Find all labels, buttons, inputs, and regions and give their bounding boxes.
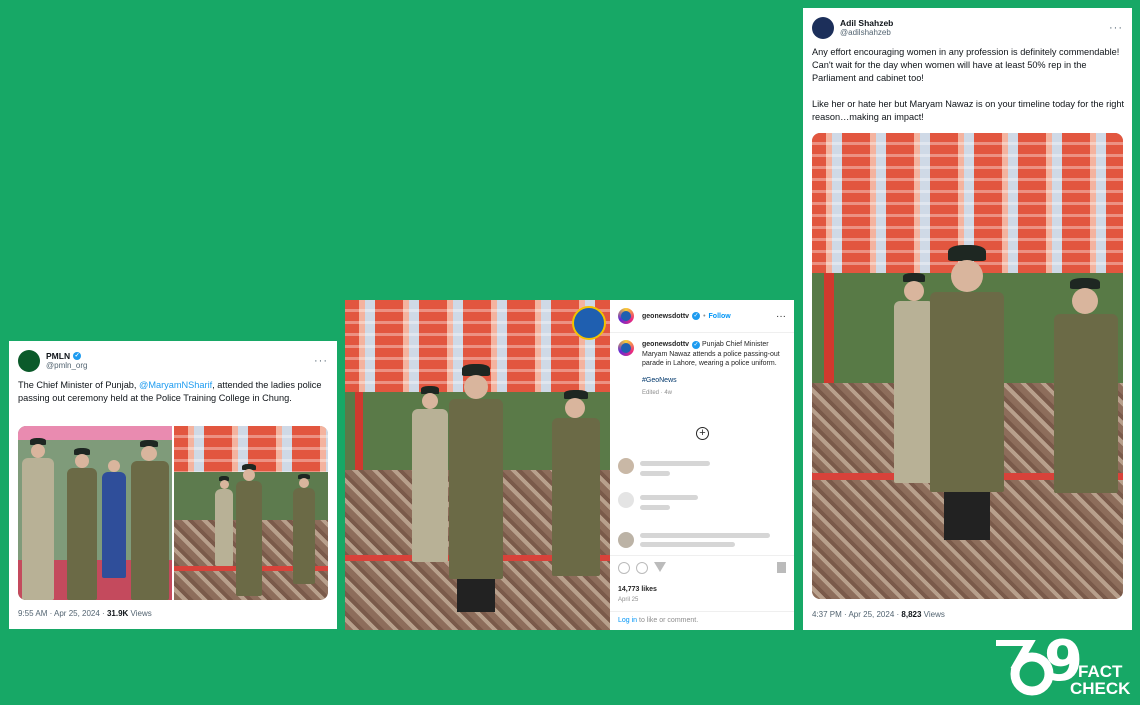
login-link[interactable]: Log in [618, 617, 637, 624]
more-options-icon[interactable]: ··· [314, 355, 328, 367]
more-options-icon[interactable]: ··· [1109, 22, 1123, 34]
hashtag-link[interactable]: #GeoNews [642, 376, 786, 386]
geonews-avatar[interactable] [618, 308, 634, 324]
login-prompt-text: to like or comment. [637, 617, 699, 624]
views-label: Views [921, 610, 945, 619]
views-label: Views [128, 609, 152, 618]
pmln-tweet-card: PMLN ✓ @pmln_org ··· The Chief Minister o… [9, 341, 337, 629]
more-options-icon[interactable]: ··· [776, 311, 786, 322]
tweet-timestamp[interactable]: 4:37 PM · Apr 25, 2024 · [812, 610, 901, 619]
pmln-tweet-text: The Chief Minister of Punjab, @MaryamNSh… [18, 379, 326, 405]
like-heart-icon[interactable] [618, 562, 630, 574]
adil-tweet-meta: 4:37 PM · Apr 25, 2024 · 8,823 Views [812, 610, 945, 619]
pmln-tweet-media[interactable] [18, 426, 328, 600]
tweet-paragraph-1: Any effort encouraging women in any prof… [812, 47, 1120, 83]
save-bookmark-icon[interactable] [777, 562, 786, 573]
adil-tweet-text: Any effort encouraging women in any prof… [812, 46, 1124, 124]
comment-row [618, 492, 786, 512]
divider [610, 555, 794, 556]
comment-row [618, 458, 786, 478]
ceremony-photo-right[interactable] [174, 426, 328, 600]
separator-dot: • [703, 312, 706, 320]
adil-tweet-photo[interactable] [812, 133, 1123, 599]
share-icon[interactable] [654, 562, 666, 572]
follow-button[interactable]: Follow [709, 313, 731, 320]
adil-avatar[interactable] [812, 17, 834, 39]
geo-news-logo-icon [572, 306, 606, 340]
pmln-tweet-meta: 9:55 AM · Apr 25, 2024 · 31.9K Views [18, 609, 152, 618]
verified-badge-icon: ✓ [692, 341, 701, 349]
post-date: April 25 [618, 597, 639, 603]
adil-tweet-header: Adil Shahzeb @adilshahzeb ··· [812, 17, 1123, 39]
verified-badge-icon: ✓ [73, 352, 82, 360]
pmln-avatar[interactable] [18, 350, 40, 372]
load-more-comments-icon[interactable]: + [696, 427, 709, 440]
verified-badge-icon: ✓ [692, 312, 701, 320]
views-count: 31.9K [106, 609, 129, 618]
pmln-tweet-header: PMLN ✓ @pmln_org ··· [18, 350, 328, 372]
comment-icon[interactable] [636, 562, 648, 574]
views-count: 8,823 [901, 610, 922, 619]
fact-check-logo: 9 FACT CHECK [992, 632, 1132, 705]
edited-label: Edited · 4w [642, 390, 673, 396]
adil-tweet-card: Adil Shahzeb @adilshahzeb ··· Any effort… [803, 8, 1132, 630]
tweet-paragraph-2: Like her or hate her but Maryam Nawaz is… [812, 99, 1125, 122]
instagram-caption: geonewsdottv ✓ Punjab Chief Minister Mary… [618, 340, 786, 399]
instagram-username[interactable]: geonewsdottv [642, 313, 689, 320]
ceremony-photo-left[interactable] [18, 426, 172, 600]
action-bar [618, 562, 786, 576]
pmln-name[interactable]: PMLN [46, 351, 70, 361]
instagram-post-card: geonewsdottv ✓ • Follow ··· geonewsdottv… [345, 300, 794, 630]
instagram-header: geonewsdottv ✓ • Follow ··· [618, 308, 786, 324]
pmln-handle[interactable]: @pmln_org [46, 361, 87, 371]
mention-link[interactable]: @MaryamNSharif [139, 380, 212, 390]
divider [610, 611, 794, 612]
instagram-sidebar: geonewsdottv ✓ • Follow ··· geonewsdottv… [610, 300, 794, 630]
adil-handle[interactable]: @adilshahzeb [840, 28, 893, 38]
caption-username[interactable]: geonewsdottv [642, 341, 689, 348]
fact-check-logo-line2: CHECK [1070, 679, 1131, 698]
tweet-timestamp[interactable]: 9:55 AM · Apr 25, 2024 · [18, 609, 107, 618]
adil-name[interactable]: Adil Shahzeb [840, 18, 893, 28]
likes-count[interactable]: 14,773 likes [618, 586, 657, 593]
login-prompt: Log in to like or comment. [618, 617, 698, 624]
divider [610, 332, 794, 333]
caption-avatar[interactable] [618, 340, 634, 356]
comment-row [618, 530, 786, 552]
instagram-photo[interactable] [345, 300, 610, 630]
tweet-text-start: The Chief Minister of Punjab, [18, 380, 140, 390]
fact-check-logo-line1: FACT [1078, 662, 1123, 681]
